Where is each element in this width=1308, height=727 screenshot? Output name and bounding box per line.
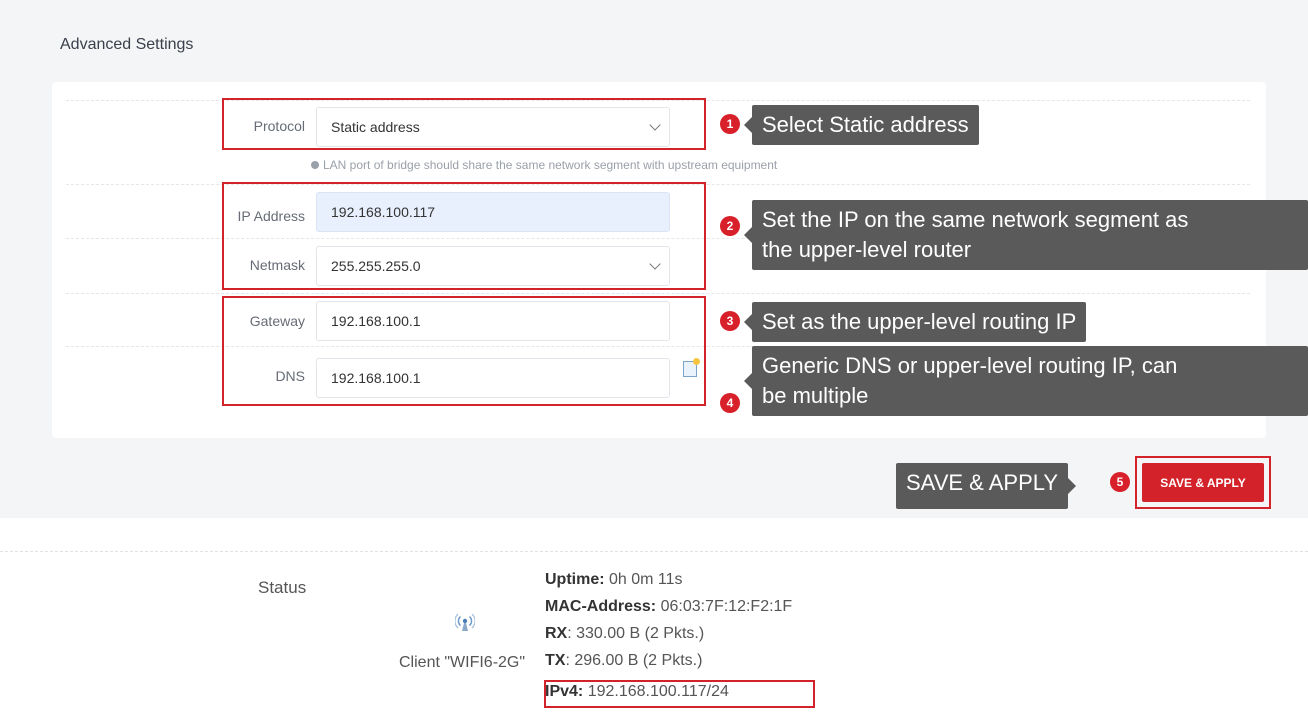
uptime-stat: Uptime: 0h 0m 11s <box>545 571 683 589</box>
client-label: Client "WIFI6-2G" <box>399 654 526 671</box>
callout-line: be multiple <box>762 383 869 408</box>
callout-line: the upper-level router <box>762 237 972 262</box>
callout-text: Select Static address <box>762 112 969 137</box>
divider <box>66 293 1250 294</box>
wifi-icon <box>455 613 475 631</box>
mac-stat: MAC-Address: 06:03:7F:12:F2:1F <box>545 598 792 616</box>
step-badge-2: 2 <box>720 216 740 236</box>
highlight-gateway-dns <box>222 296 706 406</box>
status-label: Status <box>258 578 307 597</box>
mac-value: 06:03:7F:12:F2:1F <box>656 598 793 615</box>
save-apply-button[interactable]: SAVE & APPLY <box>1142 463 1264 502</box>
step-badge-3: 3 <box>720 311 740 331</box>
step-badge-5: 5 <box>1110 472 1130 492</box>
section-title: Advanced Settings <box>60 36 194 53</box>
step-badge-4: 4 <box>720 393 740 413</box>
hint-text: LAN port of bridge should share the same… <box>323 158 778 172</box>
callout-step-5: SAVE & APPLY <box>896 463 1077 509</box>
settings-panel: Advanced Settings Protocol Static addres… <box>0 0 1308 518</box>
uptime-value: 0h 0m 11s <box>604 571 683 588</box>
callout-step-3: Set as the upper-level routing IP <box>743 302 1087 342</box>
callout-line: Set the IP on the same network segment a… <box>762 207 1189 232</box>
rx-stat: RX: 330.00 B (2 Pkts.) <box>545 625 704 643</box>
mac-label: MAC-Address: <box>545 598 657 615</box>
highlight-ip-netmask <box>222 182 706 290</box>
callout-text: Set as the upper-level routing IP <box>762 309 1077 334</box>
protocol-hint: LAN port of bridge should share the same… <box>311 158 777 172</box>
callout-text: SAVE & APPLY <box>906 470 1059 495</box>
status-divider <box>0 551 1308 552</box>
tx-stat: TX: 296.00 B (2 Pkts.) <box>545 652 702 670</box>
rx-value: : 330.00 B (2 Pkts.) <box>567 625 705 642</box>
tx-value: : 296.00 B (2 Pkts.) <box>565 652 703 669</box>
callout-step-1: Select Static address <box>744 105 979 145</box>
highlight-ipv4 <box>544 680 815 708</box>
tx-label: TX <box>545 652 566 669</box>
callout-step-2: Set the IP on the same network segment a… <box>744 200 1308 270</box>
callout-step-4: Generic DNS or upper-level routing IP, c… <box>744 346 1308 416</box>
callout-line: Generic DNS or upper-level routing IP, c… <box>762 353 1178 378</box>
highlight-protocol <box>222 98 706 150</box>
step-badge-1: 1 <box>720 114 740 134</box>
info-icon <box>311 161 319 169</box>
uptime-label: Uptime: <box>545 571 605 588</box>
rx-label: RX <box>545 625 568 642</box>
